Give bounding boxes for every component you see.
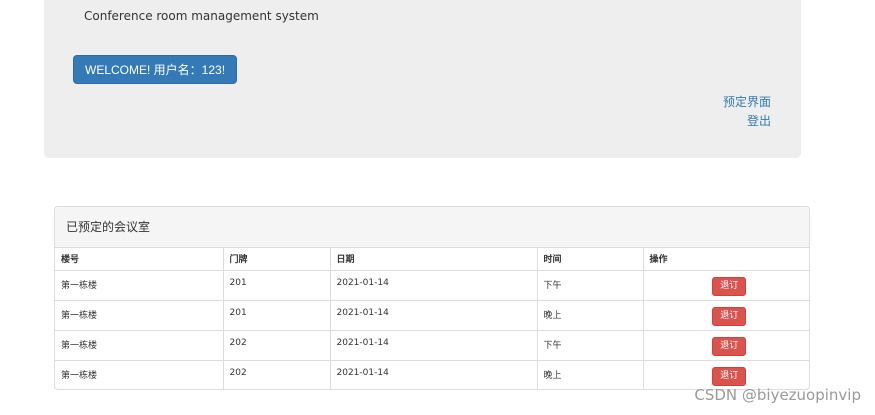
header-jumbotron: Conference room management system WELCOM… xyxy=(44,0,801,158)
cell-time: 下午 xyxy=(537,330,644,361)
booked-rooms-table: 楼号 门牌 日期 时间 操作 第一栋楼 201 2021-01-14 下午 退订… xyxy=(55,248,809,389)
app-subtitle: Conference room management system xyxy=(84,9,319,23)
cell-time: 晚上 xyxy=(537,360,644,389)
table-row: 第一栋楼 201 2021-01-14 下午 退订 xyxy=(55,270,809,301)
cancel-booking-button[interactable]: 退订 xyxy=(712,366,747,386)
cancel-booking-button[interactable]: 退订 xyxy=(712,276,747,296)
column-header-door: 门牌 xyxy=(223,248,331,271)
column-header-date: 日期 xyxy=(330,248,538,271)
table-row: 第一栋楼 202 2021-01-14 下午 退订 xyxy=(55,330,809,361)
cell-time: 下午 xyxy=(537,270,644,301)
cell-door: 201 xyxy=(223,300,331,331)
cell-action: 退订 xyxy=(643,330,809,361)
column-header-building: 楼号 xyxy=(55,248,224,271)
cell-action: 退订 xyxy=(643,270,809,301)
cell-door: 201 xyxy=(223,270,331,301)
table-row: 第一栋楼 201 2021-01-14 晚上 退订 xyxy=(55,300,809,331)
table-header-row: 楼号 门牌 日期 时间 操作 xyxy=(55,248,809,271)
cell-building: 第一栋楼 xyxy=(55,270,224,301)
cell-action: 退订 xyxy=(643,300,809,331)
nav-links: 预定界面 登出 xyxy=(723,93,771,131)
panel-title: 已预定的会议室 xyxy=(55,207,809,248)
cell-door: 202 xyxy=(223,360,331,389)
cell-time: 晚上 xyxy=(537,300,644,331)
welcome-button[interactable]: WELCOME! 用户名：123! xyxy=(73,55,238,84)
column-header-time: 时间 xyxy=(537,248,644,271)
cell-building: 第一栋楼 xyxy=(55,300,224,331)
cell-date: 2021-01-14 xyxy=(330,330,538,361)
booked-rooms-panel: 已预定的会议室 楼号 门牌 日期 时间 操作 第一栋楼 201 2021-01-… xyxy=(54,206,810,390)
cell-building: 第一栋楼 xyxy=(55,330,224,361)
cell-date: 2021-01-14 xyxy=(330,360,538,389)
cell-building: 第一栋楼 xyxy=(55,360,224,389)
cell-door: 202 xyxy=(223,330,331,361)
cancel-booking-button[interactable]: 退订 xyxy=(712,306,747,326)
logout-link[interactable]: 登出 xyxy=(723,112,771,131)
cell-date: 2021-01-14 xyxy=(330,300,538,331)
cell-date: 2021-01-14 xyxy=(330,270,538,301)
csdn-watermark: CSDN @biyezuopinvip xyxy=(694,386,861,404)
cancel-booking-button[interactable]: 退订 xyxy=(712,336,747,356)
column-header-action: 操作 xyxy=(643,248,809,271)
booking-page-link[interactable]: 预定界面 xyxy=(723,93,771,112)
